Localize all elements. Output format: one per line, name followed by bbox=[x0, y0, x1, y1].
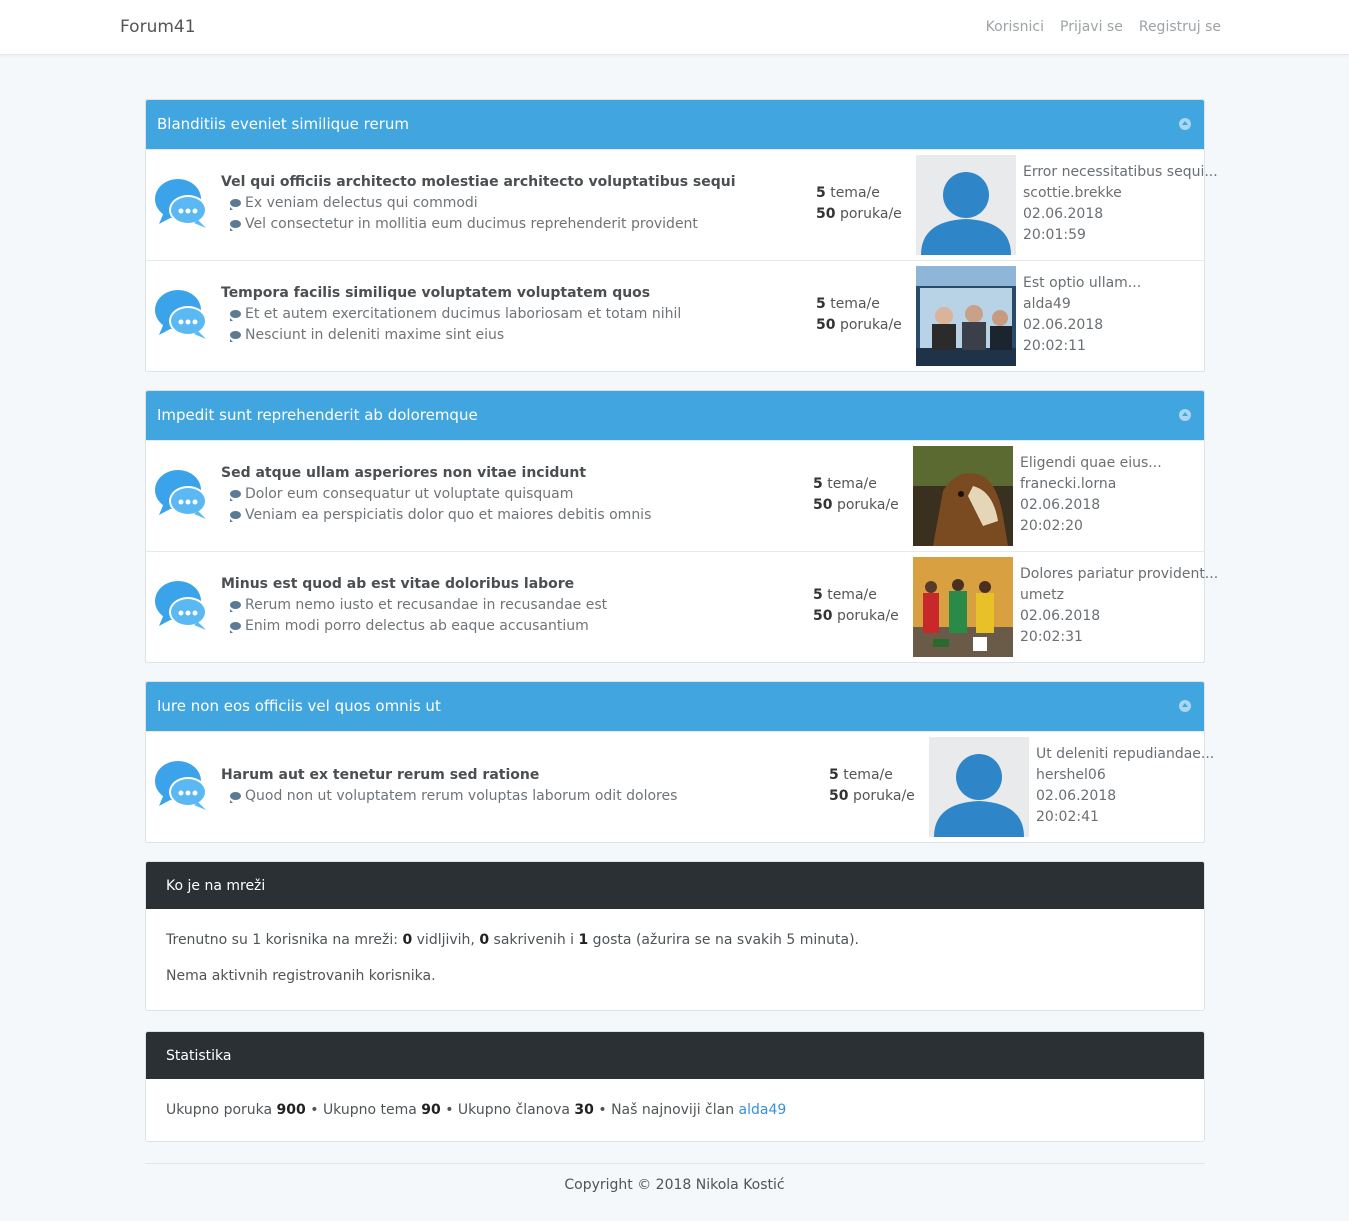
comment-icon bbox=[230, 601, 241, 612]
category-header: Blanditiis eveniet similique rerum bbox=[146, 100, 1204, 149]
category-card: Impedit sunt reprehenderit ab doloremque… bbox=[145, 390, 1218, 663]
online-panel-title: Ko je na mreži bbox=[146, 862, 1204, 909]
forum-stats: 5 tema/e 50 poruka/e bbox=[813, 476, 899, 513]
last-post-time: 20:02:41 bbox=[1036, 809, 1099, 825]
chat-bubble-icon bbox=[155, 470, 207, 519]
default-avatar[interactable] bbox=[916, 155, 1016, 255]
category-header: Impedit sunt reprehenderit ab doloremque bbox=[146, 391, 1204, 440]
category-card: Blanditiis eveniet similique rerum Vel q… bbox=[145, 99, 1218, 372]
subforum-link[interactable]: Enim modi porro delectus ab eaque accusa… bbox=[230, 618, 589, 634]
comment-icon bbox=[230, 792, 241, 803]
category-header: Iure non eos officiis vel quos omnis ut bbox=[146, 682, 1204, 731]
last-post: Dolores pariatur provident... umetz 02.0… bbox=[1020, 564, 1218, 648]
last-post-date: 02.06.2018 bbox=[1020, 608, 1101, 624]
last-post-time: 20:01:59 bbox=[1023, 227, 1086, 243]
forum-title[interactable]: Harum aut ex tenetur rerum sed ratione bbox=[221, 767, 539, 783]
online-panel: Ko je na mreži Trenutno su 1 korisnika n… bbox=[145, 861, 1205, 1011]
last-post: Eligendi quae eius... franecki.lorna 02.… bbox=[1020, 453, 1162, 537]
last-post-time: 20:02:31 bbox=[1020, 629, 1083, 645]
last-post-title[interactable]: Error necessitatibus sequi... bbox=[1023, 162, 1218, 183]
category-title[interactable]: Iure non eos officiis vel quos omnis ut bbox=[157, 697, 441, 715]
photo-people-on-bus[interactable] bbox=[916, 266, 1016, 366]
subforum-link[interactable]: Vel consectetur in mollitia eum ducimus … bbox=[230, 216, 698, 232]
newest-member-link[interactable]: alda49 bbox=[739, 1102, 787, 1118]
default-avatar[interactable] bbox=[929, 737, 1029, 837]
last-post-user[interactable]: franecki.lorna bbox=[1020, 474, 1162, 495]
statistics-panel: Statistika Ukupno poruka 900 • Ukupno te… bbox=[145, 1031, 1205, 1142]
last-post-user[interactable]: scottie.brekke bbox=[1023, 183, 1218, 204]
subforum-link[interactable]: Et et autem exercitationem ducimus labor… bbox=[230, 306, 681, 322]
nav-link-login[interactable]: Prijavi se bbox=[1060, 19, 1123, 35]
collapse-toggle-icon[interactable] bbox=[1179, 409, 1191, 421]
subforum-link[interactable]: Dolor eum consequatur ut voluptate quisq… bbox=[230, 486, 573, 502]
comment-icon bbox=[230, 220, 241, 231]
online-summary: Trenutno su 1 korisnika na mreži: 0 vidl… bbox=[166, 932, 859, 948]
footer-divider bbox=[145, 1163, 1205, 1164]
last-post-title[interactable]: Est optio ullam... bbox=[1023, 273, 1141, 294]
comment-icon bbox=[230, 511, 241, 522]
nav-links: Korisnici Prijavi se Registruj se bbox=[986, 19, 1221, 35]
comment-icon bbox=[230, 310, 241, 321]
forum-row: Harum aut ex tenetur rerum sed ratione Q… bbox=[146, 731, 1214, 842]
last-post-user[interactable]: umetz bbox=[1020, 585, 1218, 606]
forum-stats: 5 tema/e 50 poruka/e bbox=[813, 587, 899, 624]
chat-bubble-icon bbox=[155, 179, 207, 228]
last-post-title[interactable]: Eligendi quae eius... bbox=[1020, 453, 1162, 474]
forum-row: Vel qui officiis architecto molestiae ar… bbox=[146, 149, 1218, 260]
forum-stats: 5 tema/e 50 poruka/e bbox=[829, 767, 915, 804]
comment-icon bbox=[230, 490, 241, 501]
last-post-title[interactable]: Ut deleniti repudiandae... bbox=[1036, 744, 1214, 765]
last-post-date: 02.06.2018 bbox=[1020, 497, 1101, 513]
comment-icon bbox=[230, 199, 241, 210]
last-post-date: 02.06.2018 bbox=[1023, 317, 1104, 333]
forum-row: Minus est quod ab est vitae doloribus la… bbox=[146, 551, 1218, 662]
forum-row: Tempora facilis similique voluptatem vol… bbox=[146, 260, 1204, 371]
photo-horse[interactable] bbox=[913, 446, 1013, 546]
last-post-date: 02.06.2018 bbox=[1023, 206, 1104, 222]
comment-icon bbox=[230, 331, 241, 342]
footer-copyright: Copyright © 2018 Nikola Kostić bbox=[564, 1177, 785, 1193]
forum-stats: 5 tema/e 50 poruka/e bbox=[816, 296, 902, 333]
subforum-link[interactable]: Veniam ea perspiciatis dolor quo et maio… bbox=[230, 507, 651, 523]
comment-icon bbox=[230, 622, 241, 633]
navbar: Forum41 Korisnici Prijavi se Registruj s… bbox=[0, 0, 1349, 55]
last-post: Error necessitatibus sequi... scottie.br… bbox=[1023, 162, 1218, 246]
last-post-user[interactable]: hershel06 bbox=[1036, 765, 1214, 786]
collapse-toggle-icon[interactable] bbox=[1179, 700, 1191, 712]
category-card: Iure non eos officiis vel quos omnis ut … bbox=[145, 681, 1214, 843]
category-title[interactable]: Impedit sunt reprehenderit ab doloremque bbox=[157, 406, 478, 424]
forum-title[interactable]: Tempora facilis similique voluptatem vol… bbox=[221, 285, 650, 301]
subforum-link[interactable]: Nesciunt in deleniti maxime sint eius bbox=[230, 327, 504, 343]
forum-row: Sed atque ullam asperiores non vitae inc… bbox=[146, 440, 1204, 551]
forum-title[interactable]: Vel qui officiis architecto molestiae ar… bbox=[221, 174, 736, 190]
subforum-link[interactable]: Rerum nemo iusto et recusandae in recusa… bbox=[230, 597, 607, 613]
online-panel-body: Trenutno su 1 korisnika na mreži: 0 vidl… bbox=[146, 932, 1204, 984]
last-post: Est optio ullam... alda49 02.06.2018 20:… bbox=[1023, 273, 1141, 357]
category-title[interactable]: Blanditiis eveniet similique rerum bbox=[157, 115, 409, 133]
last-post-title[interactable]: Dolores pariatur provident... bbox=[1020, 564, 1218, 585]
statistics-panel-body: Ukupno poruka 900 • Ukupno tema 90 • Uku… bbox=[146, 1102, 1204, 1118]
chat-bubble-icon bbox=[155, 581, 207, 630]
statistics-panel-title: Statistika bbox=[146, 1032, 1204, 1079]
last-post: Ut deleniti repudiandae... hershel06 02.… bbox=[1036, 744, 1214, 828]
statistics-summary: Ukupno poruka 900 • Ukupno tema 90 • Uku… bbox=[166, 1102, 787, 1118]
forum-stats: 5 tema/e 50 poruka/e bbox=[816, 185, 902, 222]
last-post-user[interactable]: alda49 bbox=[1023, 294, 1141, 315]
forum-title[interactable]: Minus est quod ab est vitae doloribus la… bbox=[221, 576, 574, 592]
chat-bubble-icon bbox=[155, 290, 207, 339]
online-users-list: Nema aktivnih registrovanih korisnika. bbox=[166, 968, 436, 984]
last-post-time: 20:02:20 bbox=[1020, 518, 1083, 534]
subforum-link[interactable]: Quod non ut voluptatem rerum voluptas la… bbox=[230, 788, 677, 804]
collapse-toggle-icon[interactable] bbox=[1179, 118, 1191, 130]
brand-logo[interactable]: Forum41 bbox=[120, 17, 196, 37]
chat-bubble-icon bbox=[155, 761, 207, 810]
last-post-time: 20:02:11 bbox=[1023, 338, 1086, 354]
subforum-link[interactable]: Ex veniam delectus qui commodi bbox=[230, 195, 478, 211]
photo-women-colorful-dresses[interactable] bbox=[913, 557, 1013, 657]
forum-title[interactable]: Sed atque ullam asperiores non vitae inc… bbox=[221, 465, 586, 481]
nav-link-register[interactable]: Registruj se bbox=[1139, 19, 1221, 35]
nav-link-users[interactable]: Korisnici bbox=[986, 19, 1044, 35]
last-post-date: 02.06.2018 bbox=[1036, 788, 1117, 804]
